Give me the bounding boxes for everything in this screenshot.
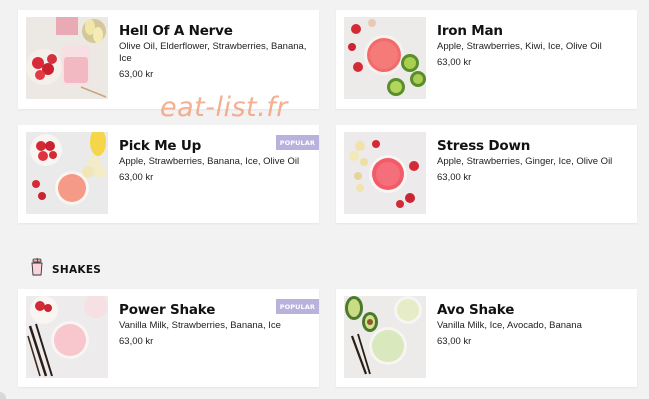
item-name: Iron Man — [437, 23, 503, 39]
item-name: Pick Me Up — [119, 138, 202, 154]
item-price: 63,00 kr — [437, 336, 472, 347]
item-price: 63,00 kr — [437, 172, 472, 183]
item-ingredients: Olive Oil, Elderflower, Strawberries, Ba… — [119, 41, 307, 64]
product-image — [26, 132, 108, 214]
section-title: SHAKES — [52, 263, 102, 276]
watermark: eat-list.fr — [160, 92, 288, 123]
product-image — [26, 296, 108, 378]
shake-cup-icon — [30, 257, 44, 281]
item-price: 63,00 kr — [437, 57, 472, 68]
item-ingredients: Apple, Strawberries, Banana, Ice, Olive … — [119, 156, 300, 167]
product-image — [344, 17, 426, 99]
product-image — [344, 296, 426, 378]
item-ingredients: Vanilla Milk, Strawberries, Banana, Ice — [119, 320, 281, 331]
menu-item-card[interactable]: Stress Down Apple, Strawberries, Ginger,… — [336, 125, 637, 223]
section-heading-shakes: SHAKES — [30, 257, 102, 281]
scroll-indicator — [0, 392, 6, 399]
menu-item-card[interactable]: POPULAR Power Shake Vanilla Milk, Strawb… — [18, 289, 319, 387]
item-name: Power Shake — [119, 302, 216, 318]
menu-item-card[interactable]: Iron Man Apple, Strawberries, Kiwi, Ice,… — [336, 10, 637, 109]
product-image — [26, 17, 108, 99]
item-ingredients: Apple, Strawberries, Kiwi, Ice, Olive Oi… — [437, 41, 602, 52]
item-price: 63,00 kr — [119, 172, 154, 183]
item-ingredients: Apple, Strawberries, Ginger, Ice, Olive … — [437, 156, 613, 167]
item-name: Avo Shake — [437, 302, 515, 318]
item-name: Stress Down — [437, 138, 531, 154]
item-price: 63,00 kr — [119, 69, 154, 80]
menu-item-card[interactable]: Avo Shake Vanilla Milk, Ice, Avocado, Ba… — [336, 289, 637, 387]
menu-item-card[interactable]: POPULAR Pick Me Up Apple, Strawberries, … — [18, 125, 319, 223]
product-image — [344, 132, 426, 214]
item-ingredients: Vanilla Milk, Ice, Avocado, Banana — [437, 320, 582, 331]
item-name: Hell Of A Nerve — [119, 23, 233, 39]
item-price: 63,00 kr — [119, 336, 154, 347]
